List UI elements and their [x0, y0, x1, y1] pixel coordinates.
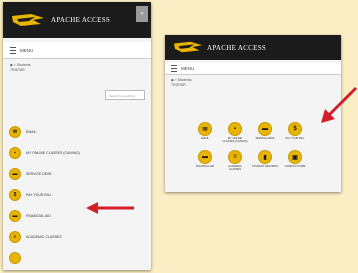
list-item[interactable]: ✉ EMAIL — [10, 122, 146, 141]
grid-item-label: MY ONLINE CLASSES (CANVAS) — [222, 137, 248, 143]
app-title: APACHE ACCESS — [207, 44, 267, 52]
cap-icon: ▬ — [10, 168, 20, 179]
grid-item[interactable]: ▬ FINANCIAL AID — [193, 151, 217, 171]
list-item[interactable] — [10, 248, 146, 267]
id-icon: ▮ — [259, 151, 271, 163]
menu-bar[interactable]: MENU — [165, 63, 341, 75]
grid-item-label: PAY YOUR BILL — [285, 137, 305, 140]
list-item-label: FINANCIAL AID — [26, 213, 51, 218]
desktop-link-grid: ✉ EMAIL ▪ MY ONLINE CLASSES (CANVAS) ▬ SERV… — [193, 123, 307, 171]
mobile-link-list: ✉ EMAIL ▪ MY ONLINE CLASSES (CANVAS) ▬ SERV… — [10, 122, 146, 269]
hamburger-icon[interactable] — [10, 46, 16, 54]
list-item-label: EMAIL — [26, 129, 37, 134]
list-item-label: ACADEMIC CLASSES — [26, 234, 62, 239]
page-title: TRISTAR — [171, 83, 186, 87]
grid-item[interactable]: ▣ CAMPUS STORE — [283, 151, 307, 171]
grid-item-label: FINANCIAL AID — [195, 165, 215, 168]
grid-item-label: ACADEMIC CLASSES — [228, 165, 242, 171]
dollar-icon: $ — [10, 189, 20, 200]
grid-item[interactable]: ▮ STUDENT RECORDS — [252, 151, 278, 171]
header-bar: APACHE ACCESS ✕ — [3, 2, 151, 38]
more-icon — [10, 252, 20, 263]
desktop-screenshot: APACHE ACCESS MENU ◆ > Students TRISTAR … — [165, 35, 341, 192]
dollar-icon: $ — [289, 123, 301, 135]
close-button[interactable]: ✕ — [136, 6, 148, 22]
grid-item-label: EMAIL — [201, 137, 209, 140]
app-title: APACHE ACCESS — [51, 16, 111, 24]
hamburger-icon[interactable] — [171, 65, 177, 72]
arrow-pointer-icon — [321, 86, 358, 123]
list-item-label: SERVICE DESK — [26, 171, 52, 176]
grid-item[interactable]: ✉ EMAIL — [193, 123, 217, 143]
apache-logo-icon — [174, 41, 202, 53]
page-title: TRISTAR — [10, 68, 25, 72]
header-bar: APACHE ACCESS — [165, 35, 341, 60]
list-icon: ≡ — [229, 151, 241, 163]
grid-item[interactable]: $ PAY YOUR BILL — [283, 123, 307, 143]
grid-item[interactable]: ▬ SERVICE DESK — [253, 123, 277, 143]
book-icon: ▪ — [10, 147, 20, 158]
mobile-screenshot: APACHE ACCESS ✕ MENU ◆ > Students TRISTA… — [3, 2, 151, 270]
mail-icon: ✉ — [199, 123, 211, 135]
list-item[interactable]: ▪ MY ONLINE CLASSES (CANVAS) — [10, 143, 146, 162]
menu-bar[interactable]: MENU — [3, 42, 151, 59]
list-item[interactable]: ▬ SERVICE DESK — [10, 164, 146, 183]
menu-label: MENU — [20, 47, 34, 53]
grid-item[interactable]: ▪ MY ONLINE CLASSES (CANVAS) — [223, 123, 247, 143]
card-icon: ▬ — [10, 210, 20, 221]
book-icon: ▪ — [229, 123, 241, 135]
apache-logo-icon — [12, 14, 44, 26]
grid-item-label: STUDENT RECORDS — [252, 165, 278, 168]
arrow-pointer-icon — [86, 202, 134, 214]
list-icon: ≡ — [10, 231, 20, 242]
breadcrumb: ◆ > Students TRISTAR — [3, 59, 151, 77]
search-input[interactable]: Search for anything — [105, 90, 145, 100]
grid-item-label: CAMPUS STORE — [284, 165, 306, 168]
menu-label: MENU — [181, 66, 195, 71]
list-item-label: PAY YOUR BILL — [26, 192, 52, 197]
grid-item[interactable]: ≡ ACADEMIC CLASSES — [223, 151, 247, 171]
grid-item-label: SERVICE DESK — [255, 137, 275, 140]
breadcrumb: ◆ > Students TRISTAR — [165, 75, 341, 91]
list-item-label: MY ONLINE CLASSES (CANVAS) — [26, 150, 80, 155]
bag-icon: ▣ — [289, 151, 301, 163]
mail-icon: ✉ — [10, 126, 20, 137]
card-icon: ▬ — [199, 151, 211, 163]
cap-icon: ▬ — [259, 123, 271, 135]
list-item[interactable]: ≡ ACADEMIC CLASSES — [10, 227, 146, 246]
